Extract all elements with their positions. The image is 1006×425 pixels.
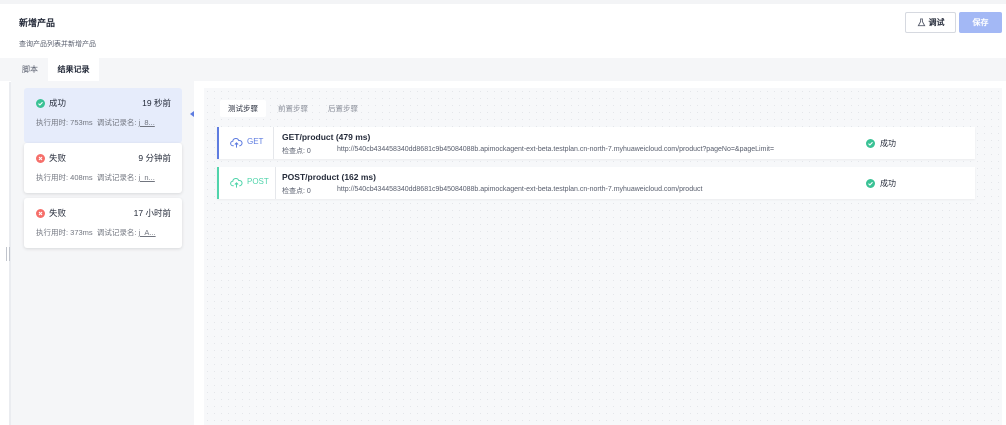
request-checkpoints: 检查点: 0 — [282, 188, 311, 195]
x-circle-icon — [36, 208, 45, 218]
record-status: 失败 — [49, 153, 67, 163]
request-row[interactable]: POST POST/product (162 ms) 检查点: 0 http:/… — [217, 167, 975, 199]
record-card[interactable]: 失败 9 分钟前 执行用时: 408ms 调试记录名: j_n... — [24, 143, 182, 193]
x-circle-icon — [36, 153, 45, 163]
page-header: 新增产品 查询产品列表并新增产品 调试 保存 — [0, 4, 1006, 58]
divider — [275, 167, 276, 199]
tab-post-steps[interactable]: 后置步骤 — [320, 100, 366, 117]
tab-script[interactable]: 脚本 — [17, 58, 43, 81]
divider — [273, 127, 274, 159]
tab-test-steps[interactable]: 测试步骤 — [220, 100, 266, 117]
collapse-arrow-icon[interactable] — [190, 111, 194, 117]
cloud-upload-icon — [230, 138, 243, 148]
request-checkpoints: 检查点: 0 — [282, 148, 311, 155]
record-status: 成功 — [49, 98, 67, 108]
record-duration: 执行用时: 408ms — [36, 173, 93, 182]
record-time: 9 分钟前 — [138, 153, 171, 163]
record-duration: 执行用时: 753ms — [36, 118, 93, 127]
request-method: GET — [247, 137, 264, 146]
check-circle-icon — [866, 139, 875, 148]
record-status: 失败 — [49, 208, 67, 218]
request-url: http://540cb434458340dd8681c9b45084088b.… — [337, 146, 775, 153]
record-card[interactable]: 成功 19 秒前 执行用时: 753ms 调试记录名: j_8... — [24, 88, 182, 143]
record-name[interactable]: j_n... — [139, 173, 155, 182]
tab-results[interactable]: 结果记录 — [48, 58, 99, 81]
resize-handle[interactable] — [6, 247, 10, 261]
tab-pre-steps[interactable]: 前置步骤 — [270, 100, 316, 117]
save-button[interactable]: 保存 — [959, 12, 1002, 33]
record-time: 19 秒前 — [142, 98, 171, 108]
record-duration: 执行用时: 373ms — [36, 228, 93, 237]
check-circle-icon — [36, 98, 45, 108]
check-circle-icon — [866, 179, 875, 188]
request-title: POST/product (162 ms) — [282, 172, 376, 182]
flask-icon — [917, 18, 925, 27]
record-name[interactable]: j_8... — [139, 118, 155, 127]
record-name[interactable]: j_A... — [139, 228, 156, 237]
page-title: 新增产品 — [19, 18, 56, 28]
debug-button-label: 调试 — [928, 18, 945, 27]
tab-bar: 脚本 结果记录 — [0, 58, 1006, 81]
record-name-prefix: 调试记录名: — [96, 173, 137, 182]
cloud-upload-icon — [230, 178, 243, 188]
request-status: 成功 — [880, 179, 896, 188]
record-name-prefix: 调试记录名: — [96, 118, 137, 127]
request-row[interactable]: GET GET/product (479 ms) 检查点: 0 http://5… — [217, 127, 975, 159]
record-name-prefix: 调试记录名: — [96, 228, 137, 237]
request-method: POST — [247, 177, 269, 186]
step-tabs: 测试步骤 前置步骤 后置步骤 — [220, 100, 366, 117]
record-time: 17 小时前 — [133, 208, 171, 218]
request-title: GET/product (479 ms) — [282, 132, 371, 142]
page-subtitle: 查询产品列表并新增产品 — [19, 41, 96, 48]
record-card[interactable]: 失败 17 小时前 执行用时: 373ms 调试记录名: j_A... — [24, 198, 182, 248]
debug-button[interactable]: 调试 — [905, 12, 956, 33]
request-status: 成功 — [880, 139, 896, 148]
request-url: http://540cb434458340dd8681c9b45084088b.… — [337, 186, 703, 193]
